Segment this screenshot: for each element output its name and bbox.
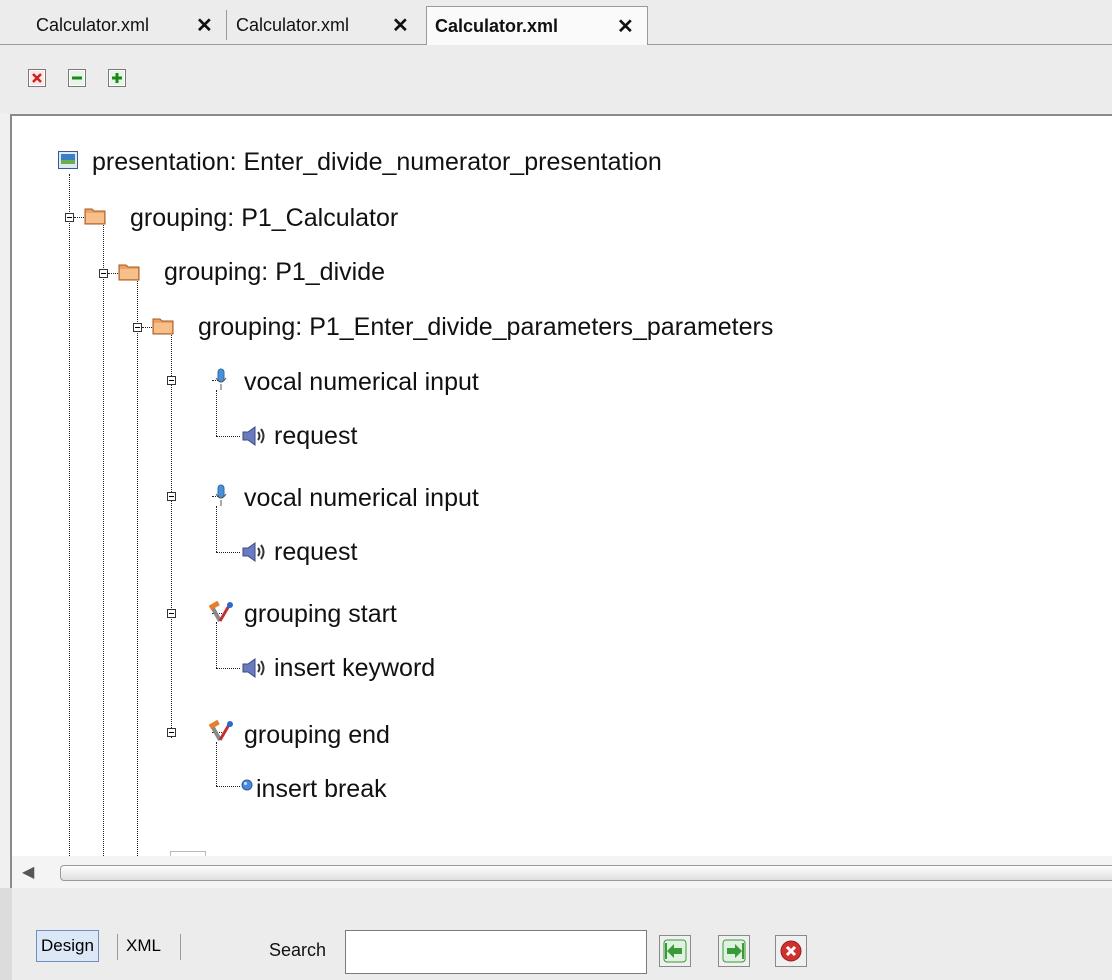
tab-label: Calculator.xml bbox=[435, 15, 559, 36]
folder-icon bbox=[84, 208, 106, 225]
horizontal-scrollbar[interactable]: ◀ bbox=[10, 856, 1112, 888]
remove-icon bbox=[30, 71, 44, 85]
tree-connector bbox=[216, 668, 240, 669]
node-label: grouping start bbox=[244, 600, 397, 628]
node-label: vocal numerical input bbox=[244, 484, 479, 512]
tree-connector bbox=[216, 390, 217, 436]
next-icon bbox=[722, 939, 746, 963]
tree-connector bbox=[142, 327, 152, 328]
tree-connector bbox=[216, 506, 217, 552]
view-separator bbox=[117, 934, 118, 960]
speaker-icon bbox=[242, 658, 265, 678]
tree-connector bbox=[171, 332, 172, 738]
clear-search-button[interactable] bbox=[775, 935, 807, 967]
tab-calculator-1[interactable]: Calculator.xml ✕ bbox=[28, 6, 224, 44]
hammer-wrench-icon bbox=[208, 601, 233, 622]
collapse-toggle[interactable] bbox=[167, 609, 176, 618]
tab-separator bbox=[226, 10, 227, 40]
node-label: vocal numerical input bbox=[244, 368, 479, 396]
tree-connector bbox=[108, 273, 118, 274]
structure-tree: presentation: Enter_divide_numerator_pre… bbox=[10, 114, 1112, 856]
node-label: presentation: Enter_divide_numerator_pre… bbox=[92, 148, 662, 176]
bottom-bar: Design XML Search bbox=[0, 888, 1112, 980]
node-label: request bbox=[274, 538, 358, 566]
next-match-button[interactable] bbox=[718, 935, 750, 967]
expand-all-button[interactable] bbox=[108, 69, 126, 87]
clear-search-icon bbox=[780, 940, 802, 962]
speaker-icon bbox=[242, 426, 265, 446]
tree-toolbar bbox=[0, 45, 1112, 113]
collapse-toggle[interactable] bbox=[99, 269, 108, 278]
close-icon[interactable]: ✕ bbox=[617, 14, 634, 39]
node-label: grouping end bbox=[244, 721, 390, 749]
previous-match-button[interactable] bbox=[659, 935, 691, 967]
collapse-toggle[interactable] bbox=[65, 213, 74, 222]
minus-icon bbox=[70, 71, 84, 85]
close-icon[interactable]: ✕ bbox=[196, 13, 213, 38]
remove-node-button[interactable] bbox=[28, 69, 46, 87]
design-view-button[interactable]: Design bbox=[36, 930, 99, 962]
collapse-toggle[interactable] bbox=[167, 492, 176, 501]
microphone-icon bbox=[215, 484, 227, 506]
search-label: Search bbox=[269, 940, 327, 960]
tree-connector bbox=[69, 174, 70, 856]
node-label: grouping: P1_divide bbox=[164, 258, 385, 286]
node-label: insert keyword bbox=[274, 654, 436, 682]
tree-connector bbox=[216, 622, 217, 668]
node-label: grouping: P1_Enter_divide_parameters_par… bbox=[198, 313, 774, 341]
panel-edge bbox=[0, 888, 12, 980]
folder-icon bbox=[118, 264, 140, 281]
folder-icon bbox=[152, 318, 174, 335]
plus-icon bbox=[110, 71, 124, 85]
xml-view-button[interactable]: XML bbox=[122, 930, 165, 962]
hammer-wrench-icon bbox=[208, 720, 233, 741]
tab-calculator-3[interactable]: Calculator.xml ✕ bbox=[426, 6, 648, 45]
tree-connector bbox=[137, 278, 138, 856]
tree-connector bbox=[216, 742, 217, 786]
editor-tab-bar: Calculator.xml ✕ Calculator.xml ✕ Calcul… bbox=[0, 0, 1112, 45]
collapse-toggle[interactable] bbox=[167, 728, 176, 737]
tab-label: Calculator.xml bbox=[236, 14, 350, 35]
scroll-left-icon[interactable]: ◀ bbox=[22, 862, 34, 882]
node-label: insert break bbox=[256, 775, 387, 803]
tree-connector bbox=[216, 552, 240, 553]
tree-connector bbox=[74, 217, 84, 218]
collapse-toggle[interactable] bbox=[133, 323, 142, 332]
tree-connector bbox=[103, 222, 104, 856]
close-icon[interactable]: ✕ bbox=[392, 13, 409, 38]
node-label: request bbox=[274, 422, 358, 450]
blue-dot-icon bbox=[241, 779, 253, 791]
presentation-icon bbox=[58, 151, 78, 169]
scrollbar-thumb[interactable] bbox=[60, 865, 1112, 881]
tab-calculator-2[interactable]: Calculator.xml ✕ bbox=[228, 6, 424, 44]
collapse-all-button[interactable] bbox=[68, 69, 86, 87]
speaker-icon bbox=[242, 542, 265, 562]
search-input[interactable] bbox=[345, 930, 647, 974]
previous-icon bbox=[663, 939, 687, 963]
tab-label: Calculator.xml bbox=[36, 14, 150, 35]
collapse-toggle[interactable] bbox=[167, 376, 176, 385]
tree-connector bbox=[216, 786, 240, 787]
node-label: grouping: P1_Calculator bbox=[130, 204, 399, 232]
microphone-icon bbox=[215, 368, 227, 390]
view-separator bbox=[180, 934, 181, 960]
tree-connector bbox=[216, 436, 240, 437]
